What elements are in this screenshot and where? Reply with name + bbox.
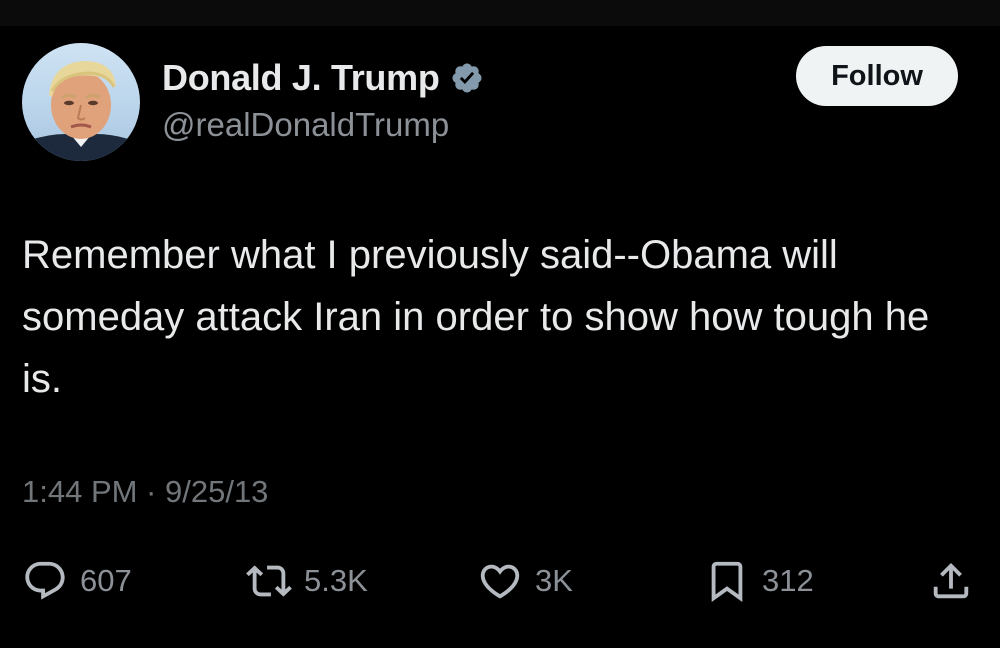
author-handle[interactable]: @realDonaldTrump — [162, 106, 449, 144]
tweet-action-bar: 607 5.3K 3K 312 — [0, 553, 1000, 609]
tweet-text: Remember what I previously said--Obama w… — [22, 233, 930, 401]
follow-button[interactable]: Follow — [796, 46, 958, 106]
top-bar — [0, 0, 1000, 26]
bookmark-button[interactable]: 312 — [704, 553, 814, 609]
repost-count: 5.3K — [304, 563, 368, 598]
share-button[interactable] — [928, 553, 974, 609]
author-name-row: Donald J. Trump — [162, 56, 484, 100]
repost-icon — [246, 558, 292, 604]
bookmark-count: 312 — [762, 563, 814, 598]
avatar[interactable] — [22, 43, 140, 161]
share-icon — [928, 558, 974, 604]
like-count: 3K — [535, 563, 573, 598]
repost-button[interactable]: 5.3K — [246, 553, 368, 609]
author-display-name[interactable]: Donald J. Trump — [162, 57, 440, 99]
like-button[interactable]: 3K — [477, 553, 573, 609]
heart-icon — [477, 558, 523, 604]
reply-icon — [22, 558, 68, 604]
bookmark-icon — [704, 558, 750, 604]
avatar-image — [22, 61, 140, 161]
reply-count: 607 — [80, 563, 132, 598]
verified-badge-icon[interactable] — [450, 61, 484, 95]
tweet-timestamp[interactable]: 1:44 PM · 9/25/13 — [22, 474, 268, 510]
reply-button[interactable]: 607 — [22, 553, 132, 609]
